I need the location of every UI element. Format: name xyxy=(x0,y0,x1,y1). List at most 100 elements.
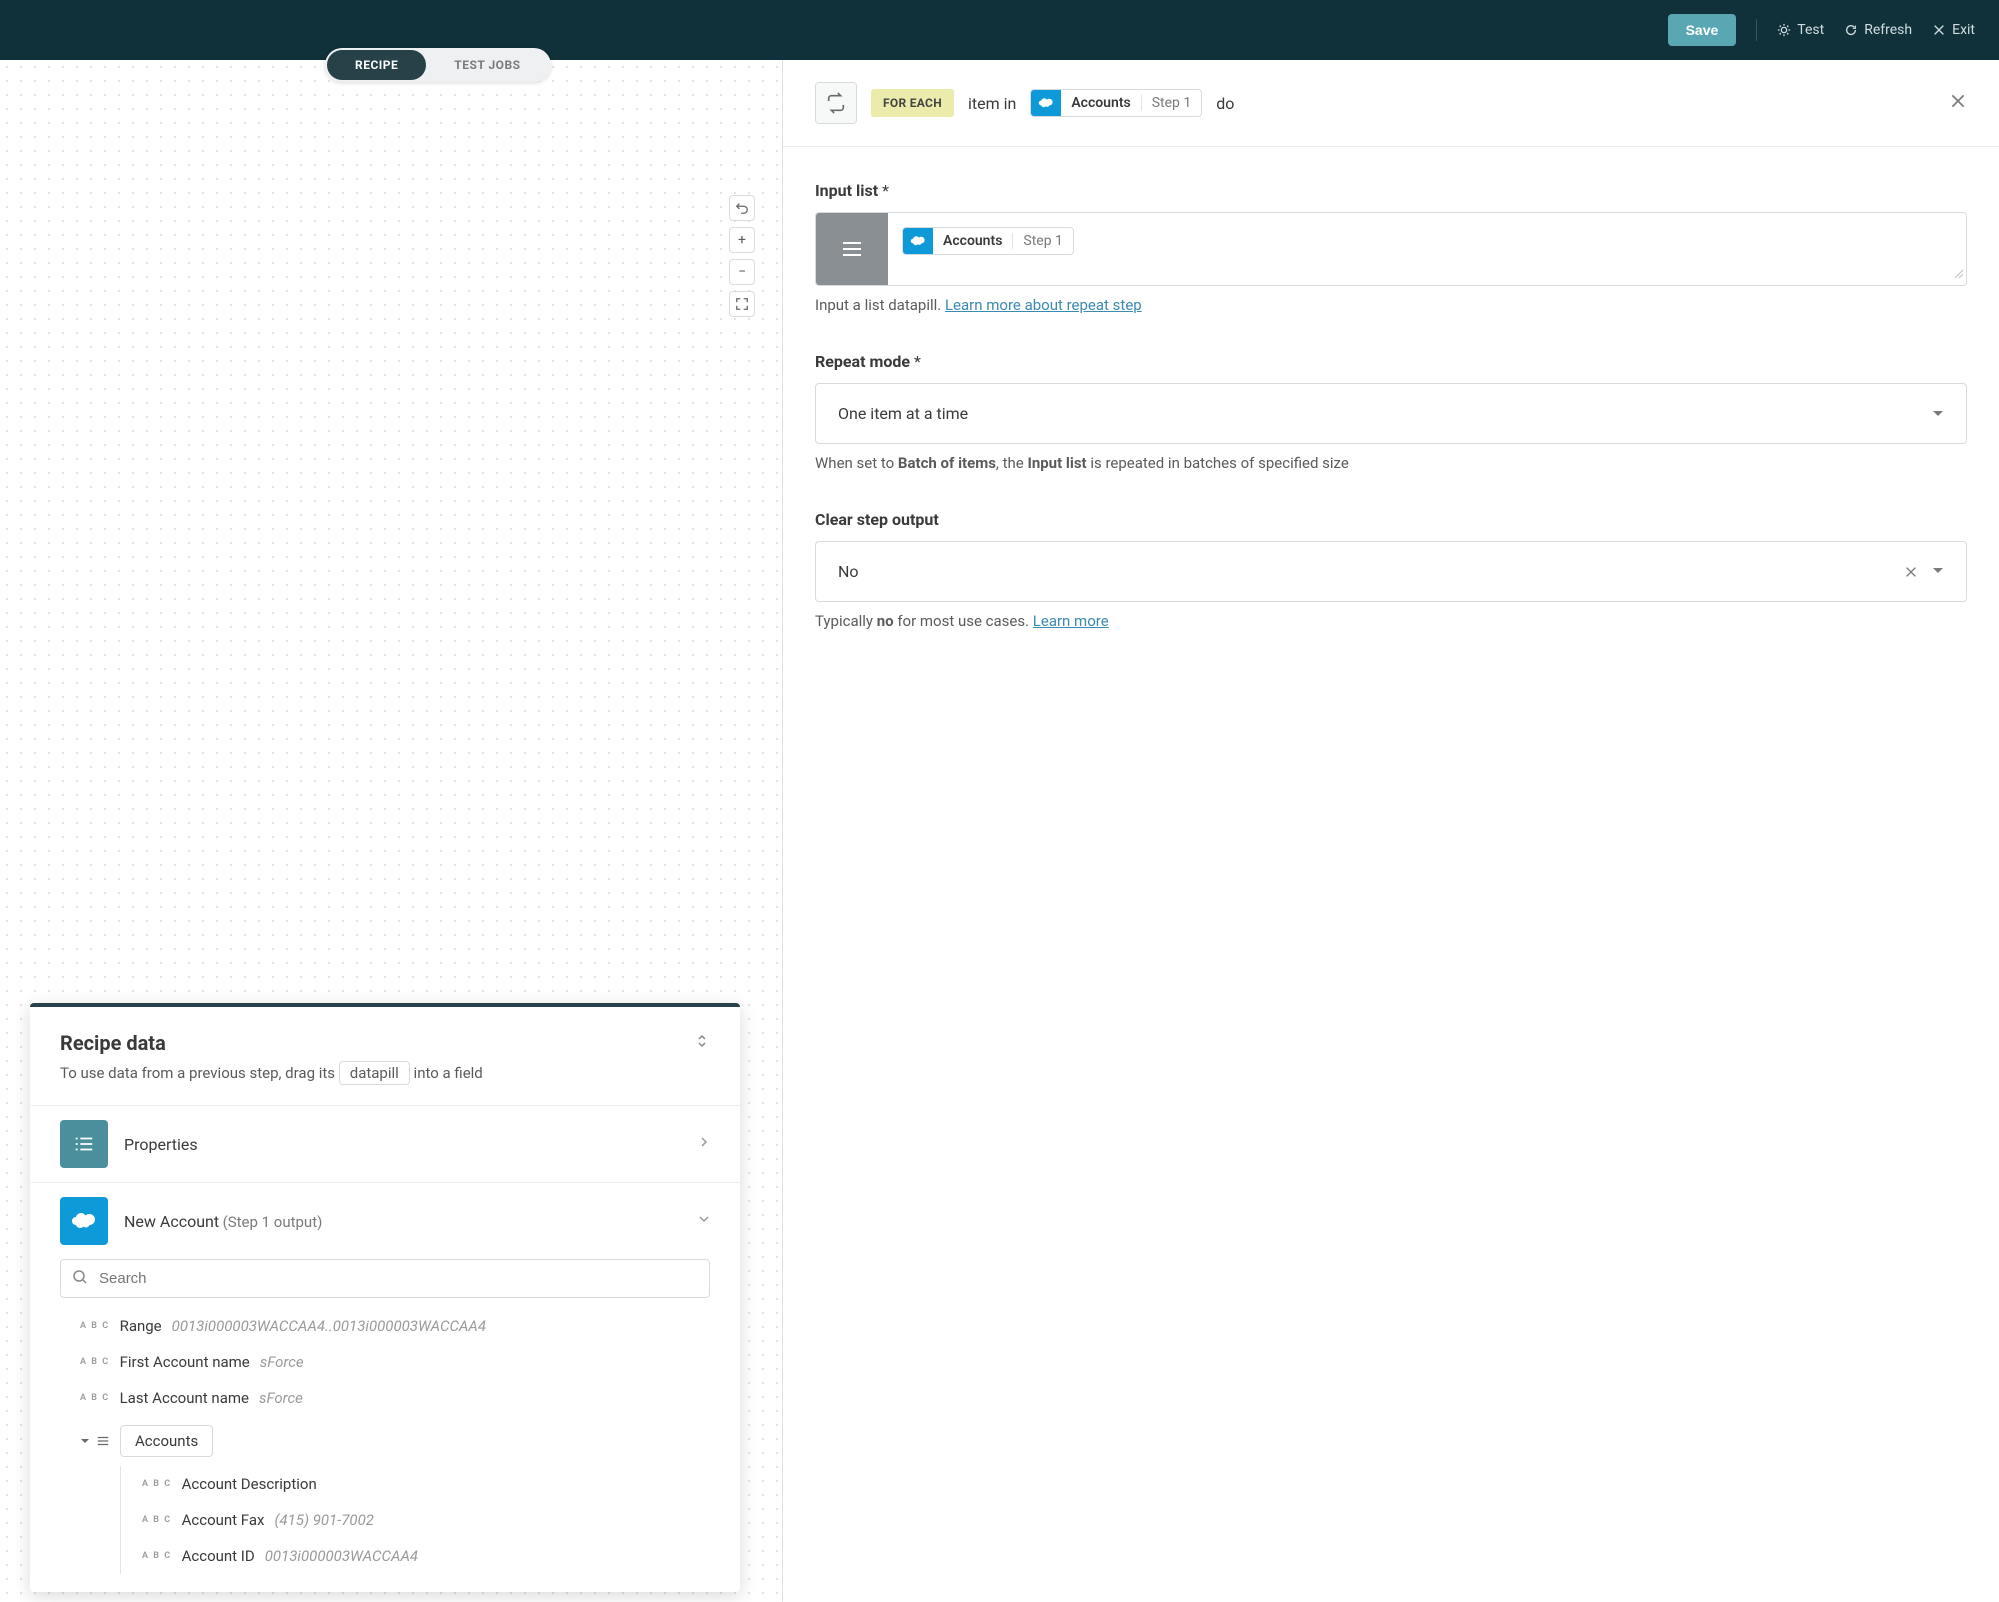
save-button[interactable]: Save xyxy=(1668,14,1737,46)
learn-more-link[interactable]: Learn more xyxy=(1033,612,1109,630)
tree-label: Account ID xyxy=(182,1547,255,1565)
zoom-controls: + − xyxy=(729,195,755,317)
accounts-chip[interactable]: Accounts xyxy=(120,1425,213,1457)
tree-toggle[interactable] xyxy=(80,1434,110,1448)
close-icon xyxy=(1949,92,1967,110)
recipe-data-help: To use data from a previous step, drag i… xyxy=(60,1061,710,1085)
zoom-out-button[interactable]: − xyxy=(729,259,755,285)
test-button[interactable]: Test xyxy=(1777,22,1824,38)
tree-sample: 0013i000003WACCAA4 xyxy=(265,1547,418,1565)
tree-item-range[interactable]: A B C Range 0013i000003WACCAA4..0013i000… xyxy=(80,1308,710,1344)
input-list-hint: Input a list datapill. Learn more about … xyxy=(815,296,1967,314)
tree-item-accounts-list[interactable]: Accounts xyxy=(80,1416,710,1466)
input-datapill[interactable]: Accounts Step 1 xyxy=(902,227,1074,255)
tree-sample: sForce xyxy=(260,1353,304,1371)
tree-item-first-account[interactable]: A B C First Account name sForce xyxy=(80,1344,710,1380)
repeat-mode-value: One item at a time xyxy=(838,404,968,423)
chevron-down-icon xyxy=(698,1213,710,1229)
salesforce-icon xyxy=(1031,90,1061,116)
clear-icon[interactable] xyxy=(1904,565,1918,579)
clear-output-select[interactable]: No xyxy=(815,541,1967,602)
step-icon xyxy=(815,82,857,124)
caret-down-icon xyxy=(80,1436,90,1446)
search-input[interactable] xyxy=(60,1259,710,1298)
resize-handle[interactable] xyxy=(1954,267,1964,283)
zoom-fit-button[interactable] xyxy=(729,291,755,317)
recipe-data-header: Recipe data To use data from a previous … xyxy=(30,1007,740,1105)
abc-badge: A B C xyxy=(80,1321,110,1331)
for-each-badge: FOR EACH xyxy=(871,89,954,117)
new-account-row[interactable]: New Account (Step 1 output) xyxy=(30,1183,740,1259)
close-button[interactable] xyxy=(1949,91,1967,115)
tab-switch: RECIPE TEST JOBS xyxy=(325,48,551,82)
data-tree: A B C Range 0013i000003WACCAA4..0013i000… xyxy=(30,1308,740,1592)
refresh-icon xyxy=(1844,23,1858,37)
main-container: + − Recipe data To use data from a previ… xyxy=(0,60,1999,1602)
properties-icon xyxy=(60,1120,108,1168)
tree-item-last-account[interactable]: A B C Last Account name sForce xyxy=(80,1380,710,1416)
tree-label: Account Fax xyxy=(182,1511,265,1529)
tree-label: First Account name xyxy=(120,1353,250,1371)
abc-badge: A B C xyxy=(80,1357,110,1367)
canvas-area[interactable]: + − Recipe data To use data from a previ… xyxy=(0,60,783,1602)
zoom-in-button[interactable]: + xyxy=(729,227,755,253)
pill-label: Accounts xyxy=(933,229,1012,253)
repeat-mode-select[interactable]: One item at a time xyxy=(815,383,1967,444)
sort-icon xyxy=(694,1033,710,1049)
input-list-field[interactable]: Accounts Step 1 xyxy=(815,212,1967,286)
list-icon xyxy=(96,1434,110,1448)
tree-item-account-id[interactable]: A B C Account ID 0013i000003WACCAA4 xyxy=(80,1538,710,1574)
tree-sample: sForce xyxy=(259,1389,303,1407)
search-container xyxy=(60,1259,710,1298)
help-post: into a field xyxy=(414,1064,483,1082)
undo-button[interactable] xyxy=(729,195,755,221)
repeat-mode-label: Repeat mode xyxy=(815,352,1967,371)
do-text: do xyxy=(1216,94,1234,113)
config-body: Input list Accounts Step 1 xyxy=(783,147,1999,702)
tree-item-account-fax[interactable]: A B C Account Fax (415) 901-7002 xyxy=(80,1502,710,1538)
topbar: Save Test Refresh Exit xyxy=(0,0,1999,60)
hint-pre: Typically xyxy=(815,612,877,630)
pill-step: Step 1 xyxy=(1013,229,1073,253)
tab-recipe[interactable]: RECIPE xyxy=(327,50,426,80)
input-list-group: Input list Accounts Step 1 xyxy=(815,181,1967,314)
learn-more-link[interactable]: Learn more about repeat step xyxy=(945,296,1142,314)
tree-label: Account Description xyxy=(182,1475,317,1493)
refresh-button[interactable]: Refresh xyxy=(1844,22,1912,38)
hint-b2: Input list xyxy=(1027,454,1086,472)
new-account-label: New Account xyxy=(124,1212,219,1231)
clear-output-value: No xyxy=(838,562,859,581)
repeat-icon xyxy=(825,92,847,114)
salesforce-icon xyxy=(903,228,933,254)
salesforce-icon xyxy=(60,1197,108,1245)
properties-label: Properties xyxy=(124,1135,198,1154)
hint-post: is repeated in batches of specified size xyxy=(1087,454,1349,472)
properties-row[interactable]: Properties xyxy=(30,1106,740,1183)
hint-b1: Batch of items xyxy=(898,454,996,472)
input-list-content[interactable]: Accounts Step 1 xyxy=(888,213,1966,285)
item-in-text: item in xyxy=(968,94,1016,113)
hint-pre: When set to xyxy=(815,454,898,472)
tree-sample: 0013i000003WACCAA4..0013i000003WACCAA4 xyxy=(172,1317,486,1335)
datapill-chip: datapill xyxy=(339,1061,410,1085)
hint-post: for most use cases. xyxy=(894,612,1033,630)
undo-icon xyxy=(735,201,749,215)
tree-item-account-desc[interactable]: A B C Account Description xyxy=(80,1466,710,1502)
collapse-toggle[interactable] xyxy=(694,1033,710,1053)
config-panel: FOR EACH item in Accounts Step 1 do Inpu… xyxy=(783,60,1999,1602)
header-datapill[interactable]: Accounts Step 1 xyxy=(1030,89,1202,117)
close-icon xyxy=(1932,23,1946,37)
abc-badge: A B C xyxy=(142,1515,172,1525)
test-label: Test xyxy=(1797,22,1824,38)
fit-icon xyxy=(735,297,749,311)
abc-badge: A B C xyxy=(142,1479,172,1489)
config-header: FOR EACH item in Accounts Step 1 do xyxy=(783,60,1999,147)
caret-down-icon xyxy=(1932,408,1944,420)
field-type-handle xyxy=(816,213,888,285)
tree-label: Last Account name xyxy=(120,1389,249,1407)
pill-label: Accounts xyxy=(1061,91,1140,115)
exit-button[interactable]: Exit xyxy=(1932,22,1975,38)
abc-badge: A B C xyxy=(80,1393,110,1403)
pill-step: Step 1 xyxy=(1142,91,1202,115)
tab-test-jobs[interactable]: TEST JOBS xyxy=(426,50,548,80)
